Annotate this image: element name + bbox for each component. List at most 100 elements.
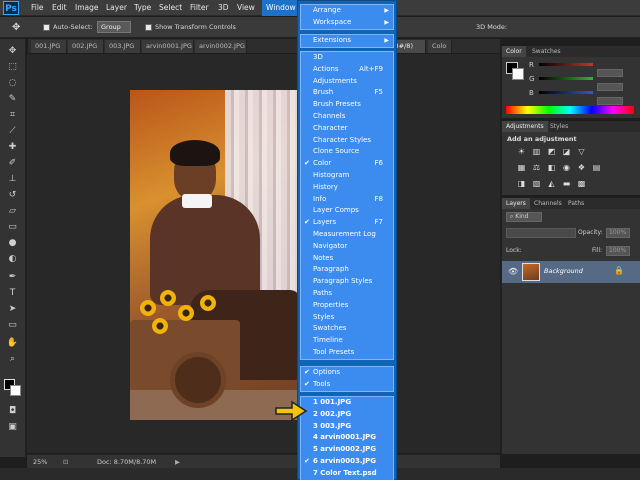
status-icon[interactable]: ⊡ xyxy=(63,455,68,469)
layer-name[interactable]: Background xyxy=(544,267,583,275)
menu-item-character-styles[interactable]: Character Styles xyxy=(301,135,393,147)
dodge-tool-icon[interactable]: ◐ xyxy=(5,253,20,266)
slider-track[interactable] xyxy=(539,77,593,80)
fill-input[interactable]: 100% xyxy=(606,246,630,256)
slider-value[interactable] xyxy=(597,69,623,77)
slider-track[interactable] xyxy=(539,63,593,66)
menu-image[interactable]: Image xyxy=(75,0,99,16)
group-select[interactable]: Group xyxy=(97,21,131,33)
auto-select-checkbox[interactable]: Auto-Select: xyxy=(43,21,93,34)
tab-001[interactable]: 001.JPG xyxy=(31,40,67,53)
menu-item-tool-presets[interactable]: Tool Presets xyxy=(301,347,393,359)
menu-item-arrange[interactable]: Arrange ▶ xyxy=(301,5,393,17)
tab-paths[interactable]: Paths xyxy=(564,198,588,209)
menu-filter[interactable]: Filter xyxy=(190,0,209,16)
photo-filter-icon[interactable]: ◉ xyxy=(562,163,571,172)
tab-003[interactable]: 003.JPG xyxy=(105,40,141,53)
crop-tool-icon[interactable]: ⌗ xyxy=(5,109,20,122)
menu-item-measurement-log[interactable]: Measurement Log xyxy=(301,229,393,241)
tab-channels[interactable]: Channels xyxy=(530,198,566,209)
menu-item-extensions[interactable]: Extensions ▶ xyxy=(301,35,393,47)
menu-item-1-001-jpg[interactable]: 1 001.JPG xyxy=(301,397,393,409)
curves-icon[interactable]: ◩ xyxy=(547,147,556,156)
menu-item-6-arvin0003-jpg[interactable]: ✔ 6 arvin0003.JPG xyxy=(301,456,393,468)
slider-r[interactable]: R xyxy=(529,61,623,77)
zoom-tool-icon[interactable]: ⌕ xyxy=(5,353,20,366)
tab-arvin0002[interactable]: arvin0002.JPG xyxy=(195,40,247,53)
hue-icon[interactable]: ▦ xyxy=(517,163,526,172)
menu-item-notes[interactable]: Notes xyxy=(301,253,393,265)
menu-item-color[interactable]: ✔ Color F6 xyxy=(301,158,393,170)
healing-tool-icon[interactable]: ✚ xyxy=(5,141,20,154)
lookup-icon[interactable]: ▤ xyxy=(592,163,601,172)
menu-item-timeline[interactable]: Timeline xyxy=(301,335,393,347)
marquee-tool-icon[interactable]: ⬚ xyxy=(5,61,20,74)
menu-3d[interactable]: 3D xyxy=(218,0,229,16)
selective-color-icon[interactable]: ▩ xyxy=(577,179,586,188)
menu-item-7-color-text-psd[interactable]: 7 Color Text.psd xyxy=(301,468,393,480)
menu-item-paragraph-styles[interactable]: Paragraph Styles xyxy=(301,276,393,288)
pen-tool-icon[interactable]: ✒ xyxy=(5,271,20,284)
menu-item-navigator[interactable]: Navigator xyxy=(301,241,393,253)
menu-item-paragraph[interactable]: Paragraph xyxy=(301,264,393,276)
color-spectrum[interactable] xyxy=(506,106,634,114)
brightness-icon[interactable]: ☀ xyxy=(517,147,526,156)
slider-value[interactable] xyxy=(597,97,623,105)
slider-b[interactable]: B xyxy=(529,89,623,105)
menu-layer[interactable]: Layer xyxy=(106,0,127,16)
menu-item-styles[interactable]: Styles xyxy=(301,312,393,324)
menu-item-3d[interactable]: 3D xyxy=(301,52,393,64)
menu-type[interactable]: Type xyxy=(134,0,151,16)
tab-color-text[interactable]: Colo xyxy=(428,40,452,53)
blend-mode-select[interactable] xyxy=(506,228,576,238)
menu-item-histogram[interactable]: Histogram xyxy=(301,170,393,182)
eraser-tool-icon[interactable]: ▱ xyxy=(5,205,20,218)
status-arrow-icon[interactable]: ▶ xyxy=(175,455,180,469)
menu-item-options[interactable]: ✔ Options xyxy=(301,367,393,379)
type-tool-icon[interactable]: T xyxy=(5,287,20,300)
menu-item-5-arvin0002-jpg[interactable]: 5 arvin0002.JPG xyxy=(301,444,393,456)
menu-item-layer-comps[interactable]: Layer Comps xyxy=(301,205,393,217)
menu-item-actions[interactable]: Actions Alt+F9 xyxy=(301,64,393,76)
menu-item-adjustments[interactable]: Adjustments xyxy=(301,76,393,88)
stamp-tool-icon[interactable]: ⊥ xyxy=(5,173,20,186)
path-select-tool-icon[interactable]: ➤ xyxy=(5,303,20,316)
menu-item-properties[interactable]: Properties xyxy=(301,300,393,312)
kind-filter[interactable]: ⌕ Kind xyxy=(506,212,542,222)
eye-icon[interactable]: 👁 xyxy=(508,267,518,276)
tab-swatches[interactable]: Swatches xyxy=(528,46,565,57)
gradient-map-icon[interactable]: ▬ xyxy=(562,179,571,188)
color-bg-swatch[interactable] xyxy=(512,68,524,80)
tab-arvin0001[interactable]: arvin0001.JPG xyxy=(142,40,194,53)
menu-view[interactable]: View xyxy=(237,0,255,16)
tab-color[interactable]: Color xyxy=(502,46,526,57)
menu-item-swatches[interactable]: Swatches xyxy=(301,323,393,335)
menu-item-paths[interactable]: Paths xyxy=(301,288,393,300)
move-tool-icon[interactable]: ✥ xyxy=(5,45,20,58)
move-tool-icon[interactable]: ✥ xyxy=(12,21,20,34)
slider-track[interactable] xyxy=(539,91,593,94)
menu-select[interactable]: Select xyxy=(159,0,182,16)
canvas-area[interactable] xyxy=(27,54,500,453)
tab-layers[interactable]: Layers xyxy=(502,198,530,209)
menu-item-channels[interactable]: Channels xyxy=(301,111,393,123)
lasso-tool-icon[interactable]: ◌ xyxy=(5,77,20,90)
menu-item-brush-presets[interactable]: Brush Presets xyxy=(301,99,393,111)
balance-icon[interactable]: ⚖ xyxy=(532,163,541,172)
blur-tool-icon[interactable]: ● xyxy=(5,237,20,250)
menu-item-info[interactable]: Info F8 xyxy=(301,194,393,206)
slider-value[interactable] xyxy=(597,83,623,91)
quick-mask-icon[interactable]: ◘ xyxy=(5,405,20,418)
opacity-input[interactable]: 100% xyxy=(606,228,630,238)
eyedropper-tool-icon[interactable]: ⟋ xyxy=(5,125,20,138)
menu-item-layers[interactable]: ✔ Layers F7 xyxy=(301,217,393,229)
menu-item-brush[interactable]: Brush F5 xyxy=(301,87,393,99)
levels-icon[interactable]: ▥ xyxy=(532,147,541,156)
exposure-icon[interactable]: ◪ xyxy=(562,147,571,156)
menu-window[interactable]: Window xyxy=(262,0,300,16)
hand-tool-icon[interactable]: ✋ xyxy=(5,337,20,350)
menu-item-history[interactable]: History xyxy=(301,182,393,194)
history-brush-icon[interactable]: ↺ xyxy=(5,189,20,202)
menu-item-tools[interactable]: ✔ Tools xyxy=(301,379,393,391)
vibrance-icon[interactable]: ▽ xyxy=(577,147,586,156)
